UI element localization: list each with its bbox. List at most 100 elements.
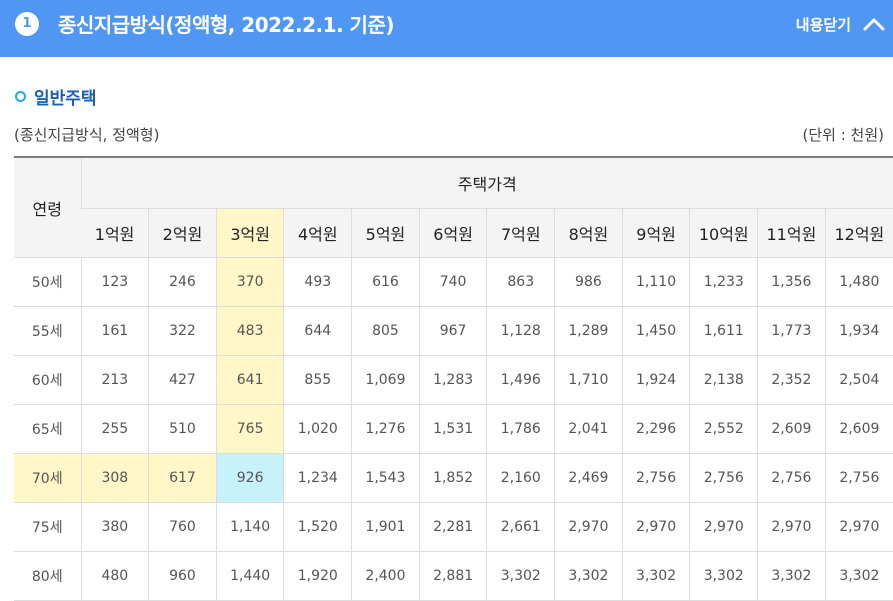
value-cell: 2,661 xyxy=(486,502,555,552)
value-cell: 2,352 xyxy=(757,355,826,405)
value-cell: 855 xyxy=(283,355,352,405)
value-cell: 960 xyxy=(148,551,217,601)
table-caption: (종신지급방식, 정액형) xyxy=(14,126,160,144)
value-cell: 3,302 xyxy=(621,551,690,601)
value-cell: 2,970 xyxy=(689,502,758,552)
value-cell: 2,281 xyxy=(418,502,487,552)
price-columns-row: 1억원 2억원 3억원 4억원 5억원 6억원 7억원 8억원 9억원 10억원 11억원 12억원 xyxy=(14,208,893,258)
value-cell: 213 xyxy=(80,355,149,405)
value-cell: 1,786 xyxy=(486,404,555,454)
value-cell: 2,756 xyxy=(689,453,758,503)
age-column-header: 연령 xyxy=(14,157,81,258)
value-cell: 740 xyxy=(418,257,487,307)
value-cell: 1,520 xyxy=(283,502,352,552)
value-cell: 1,283 xyxy=(418,355,487,405)
value-cell: 2,756 xyxy=(757,453,826,503)
value-cell: 765 xyxy=(215,404,284,454)
value-cell: 370 xyxy=(215,257,284,307)
value-cell: 3,302 xyxy=(554,551,623,601)
value-cell: 2,400 xyxy=(351,551,420,601)
value-cell: 926 xyxy=(215,453,284,503)
value-cell: 3,302 xyxy=(689,551,758,601)
section-number-badge: 1 xyxy=(15,12,39,36)
unit-caption: (단위 : 천원) xyxy=(802,126,885,144)
value-cell: 2,504 xyxy=(824,355,893,405)
value-cell: 2,609 xyxy=(757,404,826,454)
value-cell: 967 xyxy=(418,306,487,356)
value-cell: 3,302 xyxy=(757,551,826,601)
value-cell: 1,480 xyxy=(824,257,893,307)
value-cell: 1,069 xyxy=(351,355,420,405)
price-column-header: 3억원 xyxy=(215,208,284,258)
price-column-header: 12억원 xyxy=(824,208,893,258)
price-column-header: 9억원 xyxy=(621,208,690,258)
value-cell: 2,138 xyxy=(689,355,758,405)
value-cell: 617 xyxy=(148,453,217,503)
value-cell: 986 xyxy=(554,257,623,307)
value-cell: 2,756 xyxy=(824,453,893,503)
value-cell: 1,289 xyxy=(554,306,623,356)
value-cell: 380 xyxy=(80,502,149,552)
value-cell: 2,609 xyxy=(824,404,893,454)
table-header-row: 연령 주택가격 xyxy=(14,157,893,258)
bullet-circle-icon xyxy=(15,91,26,102)
value-cell: 3,302 xyxy=(486,551,555,601)
value-cell: 1,110 xyxy=(621,257,690,307)
age-cell: 50세 xyxy=(14,257,81,307)
value-cell: 493 xyxy=(283,257,352,307)
value-cell: 1,496 xyxy=(486,355,555,405)
accordion-header: 1 종신지급방식(정액형, 2022.2.1. 기준) 내용닫기 xyxy=(0,0,893,57)
value-cell: 1,924 xyxy=(621,355,690,405)
value-cell: 2,160 xyxy=(486,453,555,503)
price-column-header: 5억원 xyxy=(351,208,420,258)
value-cell: 480 xyxy=(80,551,149,601)
value-cell: 2,756 xyxy=(621,453,690,503)
age-cell: 55세 xyxy=(14,306,81,356)
value-cell: 1,773 xyxy=(757,306,826,356)
value-cell: 1,920 xyxy=(283,551,352,601)
value-cell: 322 xyxy=(148,306,217,356)
value-cell: 1,020 xyxy=(283,404,352,454)
value-cell: 161 xyxy=(80,306,149,356)
value-cell: 1,450 xyxy=(621,306,690,356)
value-cell: 2,881 xyxy=(418,551,487,601)
value-cell: 805 xyxy=(351,306,420,356)
value-cell: 1,611 xyxy=(689,306,758,356)
pension-rate-table: 연령 주택가격 1억원 2억원 3억원 4억원 5억원 6억원 7억원 8억원 9억원 10억원 1… xyxy=(14,156,893,601)
value-cell: 863 xyxy=(486,257,555,307)
collapse-toggle-button[interactable]: 내용닫기 xyxy=(796,11,885,37)
value-cell: 1,233 xyxy=(689,257,758,307)
price-column-header: 1억원 xyxy=(81,208,149,258)
value-cell: 641 xyxy=(215,355,284,405)
value-cell: 760 xyxy=(148,502,217,552)
table-row: 75세 380 760 1,140 1,520 1,901 2,281 2,661 2,970 2… xyxy=(14,502,893,552)
value-cell: 1,531 xyxy=(418,404,487,454)
table-row: 55세 161 322 483 644 805 967 1,128 1,289 1,450 1,61… xyxy=(14,306,893,356)
table-row: 50세 123 246 370 493 616 740 863 986 1,110 1,233 1,3… xyxy=(14,257,893,307)
value-cell: 1,128 xyxy=(486,306,555,356)
value-cell: 3,302 xyxy=(824,551,893,601)
house-price-header: 주택가격 xyxy=(80,157,893,209)
value-cell: 2,970 xyxy=(554,502,623,552)
value-cell: 308 xyxy=(80,453,149,503)
value-cell: 123 xyxy=(80,257,149,307)
price-column-header: 8억원 xyxy=(554,208,623,258)
value-cell: 510 xyxy=(148,404,217,454)
age-cell: 70세 xyxy=(14,453,81,503)
value-cell: 2,552 xyxy=(689,404,758,454)
value-cell: 1,710 xyxy=(554,355,623,405)
price-column-header: 7억원 xyxy=(486,208,555,258)
section-heading: 일반주택 xyxy=(15,84,97,109)
value-cell: 1,356 xyxy=(757,257,826,307)
value-cell: 2,296 xyxy=(621,404,690,454)
table-body: 50세 123 246 370 493 616 740 863 986 1,110 1,233 1,3… xyxy=(14,257,893,601)
value-cell: 246 xyxy=(148,257,217,307)
table-row: 70세 308 617 926 1,234 1,543 1,852 2,160 2,469 2,7… xyxy=(14,453,893,503)
price-column-header: 4억원 xyxy=(283,208,352,258)
value-cell: 2,970 xyxy=(621,502,690,552)
age-cell: 65세 xyxy=(14,404,81,454)
value-cell: 1,934 xyxy=(824,306,893,356)
section-heading-text: 일반주택 xyxy=(34,89,97,109)
value-cell: 1,276 xyxy=(351,404,420,454)
value-cell: 1,440 xyxy=(215,551,284,601)
